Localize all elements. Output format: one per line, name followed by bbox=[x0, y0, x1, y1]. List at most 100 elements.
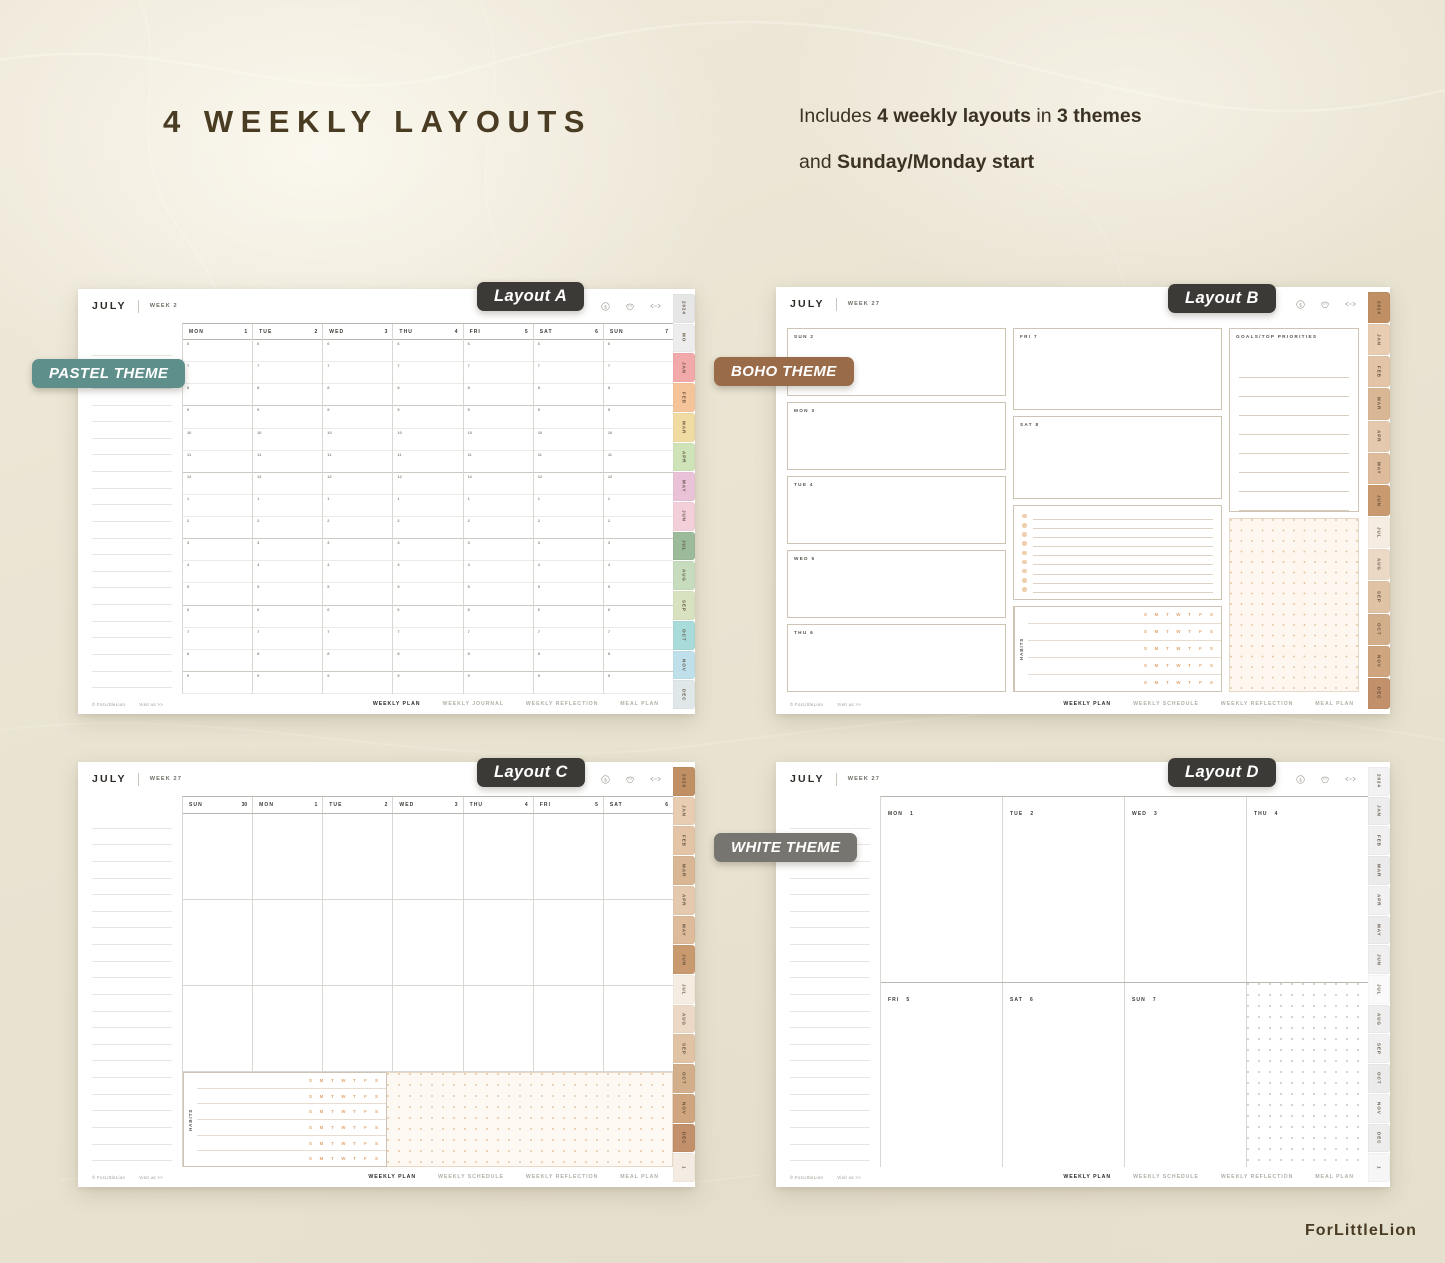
smiley-icon[interactable] bbox=[1320, 300, 1330, 309]
hour-row[interactable]: 7 bbox=[603, 628, 673, 650]
hour-row[interactable]: 1 bbox=[323, 495, 393, 517]
hour-row[interactable]: 9 bbox=[463, 406, 533, 429]
day-cell-sat[interactable]: SAT 6 bbox=[1003, 982, 1125, 1167]
month-tab-feb[interactable]: FEB bbox=[673, 383, 695, 412]
month-tab-2024[interactable]: 2024 bbox=[673, 767, 695, 796]
hour-row[interactable]: 8 bbox=[183, 650, 253, 672]
day-cell-wed[interactable]: WED 3 bbox=[1125, 797, 1247, 982]
dow-cell[interactable]: T bbox=[327, 1078, 338, 1083]
hour-row[interactable]: 6 bbox=[393, 606, 463, 628]
hour-row[interactable]: 1 bbox=[463, 495, 533, 517]
habit-row[interactable]: SMTWTFS bbox=[1028, 658, 1221, 675]
checklist-row[interactable] bbox=[1022, 586, 1213, 593]
dow-cell[interactable]: W bbox=[1173, 646, 1184, 651]
month-tab-sep[interactable]: SEP bbox=[673, 591, 695, 620]
hour-row[interactable]: 9 bbox=[183, 672, 253, 694]
month-tab-dec[interactable]: DEC bbox=[673, 680, 695, 710]
checklist-b[interactable] bbox=[1013, 504, 1222, 600]
dow-cell[interactable]: F bbox=[1195, 680, 1206, 685]
note-line[interactable] bbox=[92, 945, 172, 962]
habit-row[interactable]: SMTWTFS bbox=[1028, 624, 1221, 641]
hour-row[interactable]: 7 bbox=[323, 362, 393, 385]
day-cell[interactable] bbox=[393, 900, 464, 985]
dow-cell[interactable]: F bbox=[360, 1094, 371, 1099]
dow-cell[interactable]: M bbox=[1151, 612, 1162, 617]
footer-nav-item-weekly-reflection[interactable]: WEEKLY REFLECTION bbox=[1221, 1174, 1293, 1180]
habit-dow-cells[interactable]: SMTWTFS bbox=[305, 1156, 386, 1161]
month-tab-feb[interactable]: FEB bbox=[673, 826, 695, 856]
month-tab-mar[interactable]: MAR bbox=[673, 856, 695, 885]
day-cell-mon[interactable]: MON 1 bbox=[881, 797, 1003, 982]
hourly-grid-a[interactable]: MON 1 6 7 8 9 10 11 12 1 2 3 4 5 6 7 8 9 TUE 2 6 7 8 9 10 11 12 1 2 3… bbox=[182, 323, 673, 694]
day-cell-sun[interactable]: SUN 7 bbox=[1125, 982, 1247, 1167]
day-cell-row[interactable] bbox=[183, 814, 673, 900]
note-line[interactable] bbox=[92, 638, 172, 655]
habit-row[interactable]: SMTWTFS bbox=[197, 1089, 386, 1105]
hour-row[interactable]: 3 bbox=[463, 539, 533, 562]
dow-cell[interactable]: F bbox=[1195, 629, 1206, 634]
hour-row[interactable]: 6 bbox=[463, 340, 533, 363]
goal-line[interactable] bbox=[1239, 454, 1349, 473]
dow-cell[interactable]: M bbox=[1151, 646, 1162, 651]
dow-cell[interactable]: M bbox=[316, 1078, 327, 1083]
hour-row[interactable]: 6 bbox=[393, 340, 463, 363]
dow-cell[interactable]: T bbox=[1162, 663, 1173, 668]
dow-cell[interactable]: T bbox=[327, 1109, 338, 1114]
hour-row[interactable]: 4 bbox=[393, 561, 463, 584]
day-column-thu[interactable]: THU 4 6 7 8 9 10 11 12 1 2 3 4 5 6 7 8 9 bbox=[393, 324, 464, 694]
month-tab-1[interactable]: 1 bbox=[673, 1153, 695, 1183]
day-column-mon[interactable]: MON 1 6 7 8 9 10 11 12 1 2 3 4 5 6 7 8 9 bbox=[183, 324, 254, 694]
month-tab-oct[interactable]: OCT bbox=[673, 620, 695, 650]
note-line[interactable] bbox=[92, 845, 172, 862]
dow-cell[interactable]: F bbox=[360, 1141, 371, 1146]
hour-row[interactable]: 9 bbox=[533, 406, 603, 429]
day-cell[interactable] bbox=[534, 986, 604, 1071]
day-box-mon[interactable]: MON 3 bbox=[787, 402, 1006, 470]
dow-cell[interactable]: S bbox=[1140, 612, 1151, 617]
habit-row[interactable]: SMTWTFS bbox=[1028, 641, 1221, 658]
note-line[interactable] bbox=[92, 1078, 172, 1095]
hour-row[interactable]: 11 bbox=[533, 451, 603, 473]
note-line[interactable] bbox=[92, 1145, 172, 1162]
dow-cell[interactable]: M bbox=[316, 1109, 327, 1114]
dow-cell[interactable]: T bbox=[327, 1141, 338, 1146]
note-line[interactable] bbox=[92, 1012, 172, 1029]
month-tab-may[interactable]: MAY bbox=[673, 915, 695, 945]
day-cell[interactable] bbox=[253, 814, 324, 899]
checklist-row[interactable] bbox=[1022, 513, 1213, 520]
footer-nav-item-weekly-plan[interactable]: WEEKLY PLAN bbox=[373, 701, 421, 707]
hour-row[interactable]: 7 bbox=[253, 628, 323, 650]
note-line[interactable] bbox=[92, 389, 172, 406]
hour-row[interactable]: 7 bbox=[323, 628, 393, 650]
hour-row[interactable]: 9 bbox=[393, 672, 463, 694]
hour-row[interactable]: 8 bbox=[323, 384, 393, 407]
hour-row[interactable]: 8 bbox=[463, 650, 533, 672]
month-tab-sep[interactable]: SEP bbox=[1368, 1034, 1390, 1064]
note-line[interactable] bbox=[92, 928, 172, 945]
week-grid-c[interactable]: SUN 30 MON 1 TUE 2 WED 3 THU 4 FRI 5 SAT 6 HABITS SMT… bbox=[182, 796, 673, 1167]
write-line[interactable] bbox=[1032, 558, 1213, 566]
hour-row[interactable]: 9 bbox=[603, 672, 673, 694]
month-tabs-a[interactable]: 2024 MO JAN FEB MAR APR MAY JUN JUL AUG SEP OCT NOV D… bbox=[673, 294, 695, 710]
checklist-row[interactable] bbox=[1022, 577, 1213, 584]
note-line[interactable] bbox=[790, 1128, 870, 1145]
dow-cell[interactable]: S bbox=[305, 1125, 316, 1130]
dow-cell[interactable]: S bbox=[371, 1109, 382, 1114]
day-cell-thu[interactable]: THU 4 bbox=[1247, 797, 1368, 982]
hour-row[interactable]: 11 bbox=[323, 451, 393, 473]
dow-cell[interactable]: W bbox=[1173, 629, 1184, 634]
footer-nav-item-weekly-reflection[interactable]: WEEKLY REFLECTION bbox=[1221, 701, 1293, 707]
hour-row[interactable]: 3 bbox=[253, 539, 323, 562]
hour-row[interactable]: 8 bbox=[183, 384, 253, 407]
hour-row[interactable]: 6 bbox=[183, 340, 253, 363]
dow-cell[interactable]: T bbox=[1184, 629, 1195, 634]
planner-card-layout-a[interactable]: JULY WEEK 2 $ MON 1 6 7 8 9 10 11 12 1 2 3 4 5 6 7 8 9 TUE… bbox=[78, 289, 695, 714]
footer-nav-item-weekly-reflection[interactable]: WEEKLY REFLECTION bbox=[526, 701, 598, 707]
hour-row[interactable]: 11 bbox=[603, 451, 673, 473]
month-tab-may[interactable]: MAY bbox=[1368, 452, 1390, 484]
visit-link[interactable]: Visit us >> bbox=[837, 702, 861, 707]
dow-cell[interactable]: M bbox=[1151, 680, 1162, 685]
note-line[interactable] bbox=[92, 829, 172, 846]
month-tab-aug[interactable]: AUG bbox=[1368, 1004, 1390, 1034]
hour-row[interactable]: 6 bbox=[463, 606, 533, 628]
